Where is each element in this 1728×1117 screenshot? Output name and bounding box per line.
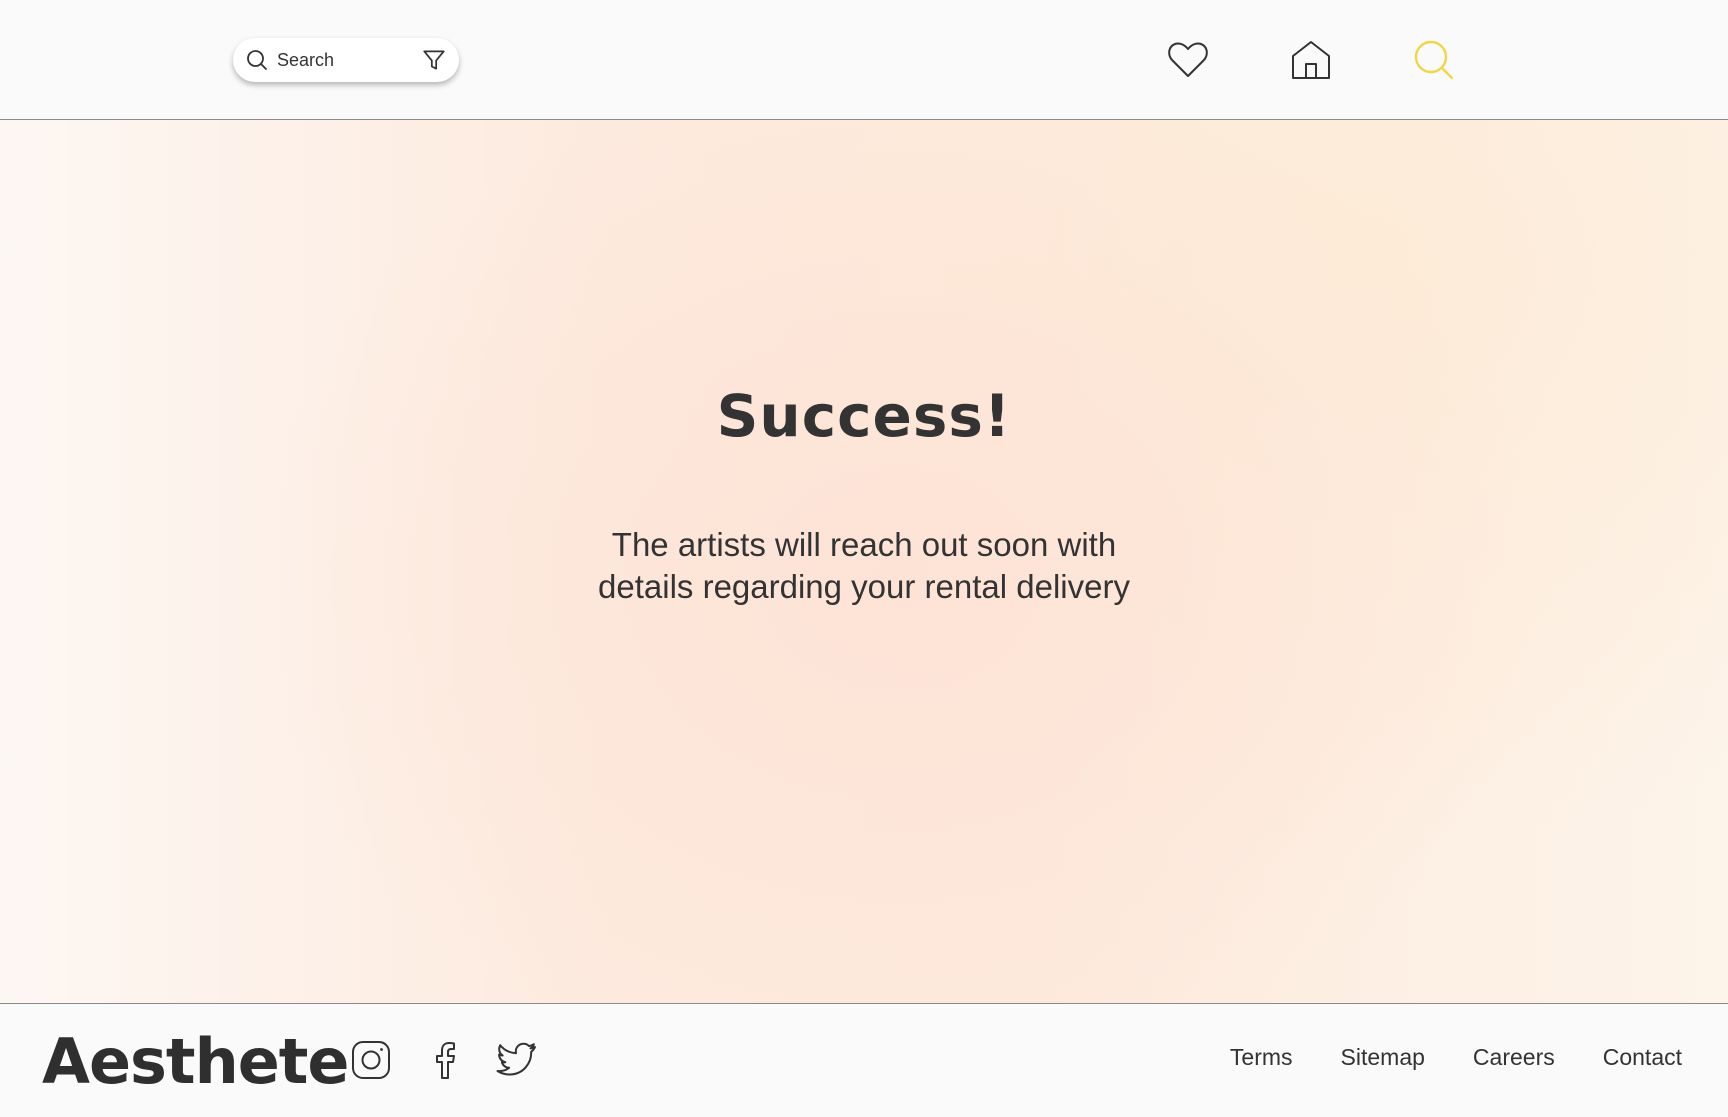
search-active-icon[interactable] (1410, 36, 1458, 84)
search-bar[interactable]: Search (233, 38, 459, 82)
twitter-icon[interactable] (494, 1038, 538, 1082)
success-message: The artists will reach out soon with det… (598, 526, 1130, 605)
footer-link-sitemap[interactable]: Sitemap (1341, 1044, 1425, 1071)
facebook-icon[interactable] (423, 1038, 467, 1082)
top-nav-bar: Search (0, 0, 1728, 120)
footer-links: Terms Sitemap Careers Contact (1230, 1044, 1682, 1071)
footer-link-contact[interactable]: Contact (1603, 1044, 1682, 1071)
success-panel: Success! The artists will reach out soon… (0, 120, 1728, 1003)
footer-link-careers[interactable]: Careers (1473, 1044, 1555, 1071)
search-icon (247, 50, 267, 70)
brand-logo[interactable]: Aesthete (42, 1026, 349, 1098)
instagram-icon[interactable] (349, 1038, 393, 1082)
footer-link-terms[interactable]: Terms (1230, 1044, 1293, 1071)
heart-icon[interactable] (1164, 36, 1212, 84)
search-placeholder[interactable]: Search (277, 50, 421, 71)
home-icon[interactable] (1287, 36, 1335, 84)
footer: Aesthete Terms Sitemap Careers Contact (0, 1003, 1728, 1117)
filter-icon[interactable] (421, 47, 447, 73)
page-title: Success! (716, 382, 1012, 450)
